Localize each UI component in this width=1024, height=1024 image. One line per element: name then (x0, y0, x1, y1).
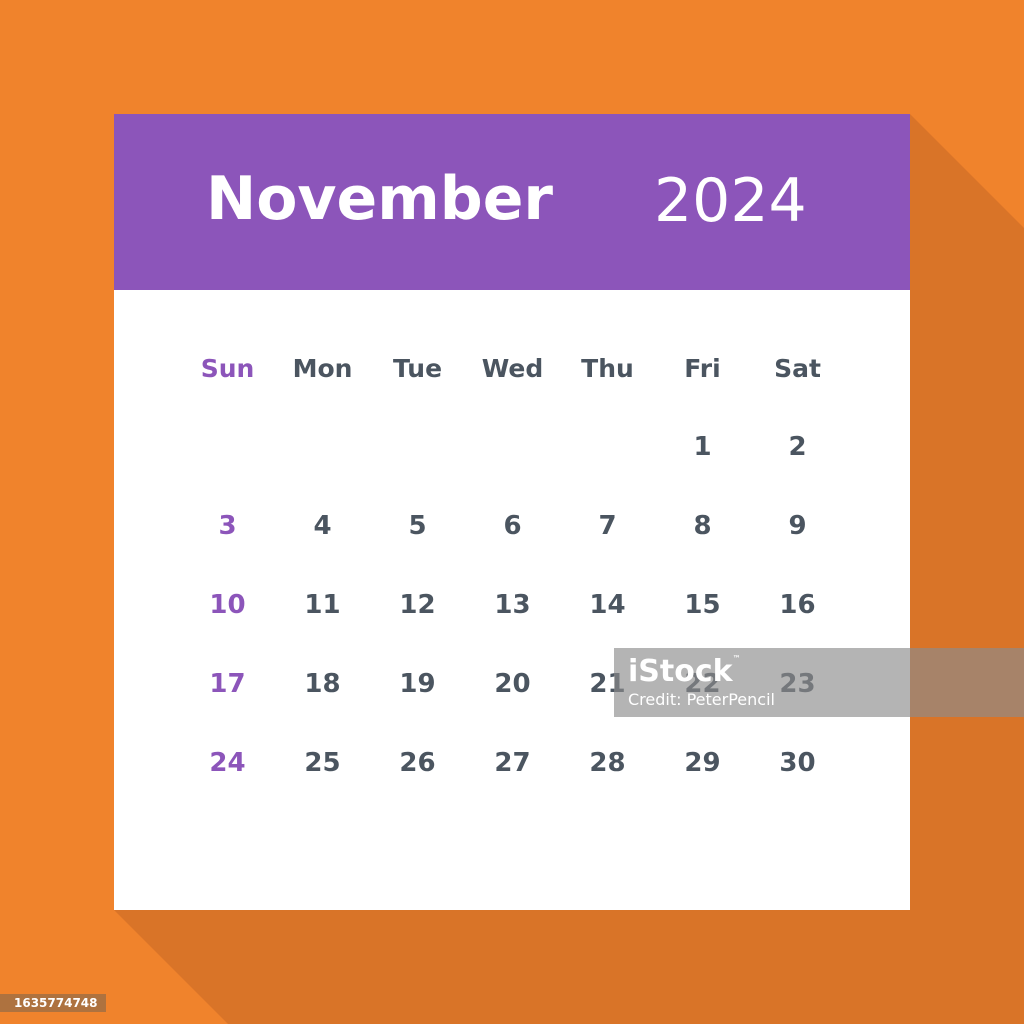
day-cell (370, 422, 465, 501)
day-cell: 27 (494, 748, 531, 778)
year-title: 2024 (654, 166, 807, 236)
istock-logo-text: iStock (628, 654, 733, 689)
week-row: 3 4 5 6 7 8 9 (180, 501, 846, 580)
calendar-page: November 2024 Sun Mon Tue Wed Thu Fri Sa… (114, 114, 910, 910)
day-cell (560, 422, 655, 501)
day-cell: 20 (494, 669, 531, 699)
day-cell: 12 (399, 590, 436, 620)
day-cell: 1 (693, 432, 712, 462)
day-cell: 29 (684, 748, 721, 778)
month-title: November (206, 164, 553, 234)
day-cell: 6 (503, 511, 522, 541)
watermark-banner: iStock™ Credit: PeterPencil (614, 648, 1024, 717)
calendar-header: November 2024 (114, 114, 910, 290)
weekday-tue: Tue (392, 354, 443, 383)
weekday-sat: Sat (774, 354, 821, 383)
day-cell: 26 (399, 748, 436, 778)
week-row: 1 2 (180, 422, 846, 501)
day-cell: 13 (494, 590, 531, 620)
day-cell: 18 (304, 669, 341, 699)
photo-credit: Credit: PeterPencil (628, 690, 775, 709)
day-cell: 30 (779, 748, 816, 778)
day-cell: 19 (399, 669, 436, 699)
day-cell: 4 (313, 511, 332, 541)
weekday-header-row: Sun Mon Tue Wed Thu Fri Sat (180, 344, 846, 422)
day-cell: 11 (304, 590, 341, 620)
day-cell (465, 422, 560, 501)
day-cell: 24 (209, 748, 246, 778)
day-cell (180, 422, 275, 501)
weekday-sun: Sun (200, 354, 255, 383)
image-id-label: 1635774748 (0, 994, 106, 1012)
day-cell: 3 (218, 511, 237, 541)
weekday-mon: Mon (292, 354, 353, 383)
day-cell (275, 422, 370, 501)
week-row: 24 25 26 27 28 29 30 (180, 738, 846, 817)
weekday-wed: Wed (481, 354, 544, 383)
day-cell: 28 (589, 748, 626, 778)
weekday-fri: Fri (684, 354, 721, 383)
day-cell: 10 (209, 590, 246, 620)
day-cell: 2 (788, 432, 807, 462)
day-cell: 9 (788, 511, 807, 541)
trademark-symbol: ™ (732, 654, 741, 663)
calendar-grid: Sun Mon Tue Wed Thu Fri Sat 1 2 3 4 5 6 … (180, 344, 846, 817)
day-cell: 8 (693, 511, 712, 541)
istock-logo: iStock™ (628, 654, 741, 689)
day-cell: 7 (598, 511, 617, 541)
weekday-thu: Thu (581, 354, 634, 383)
day-cell: 5 (408, 511, 427, 541)
day-cell: 25 (304, 748, 341, 778)
day-cell: 17 (209, 669, 246, 699)
